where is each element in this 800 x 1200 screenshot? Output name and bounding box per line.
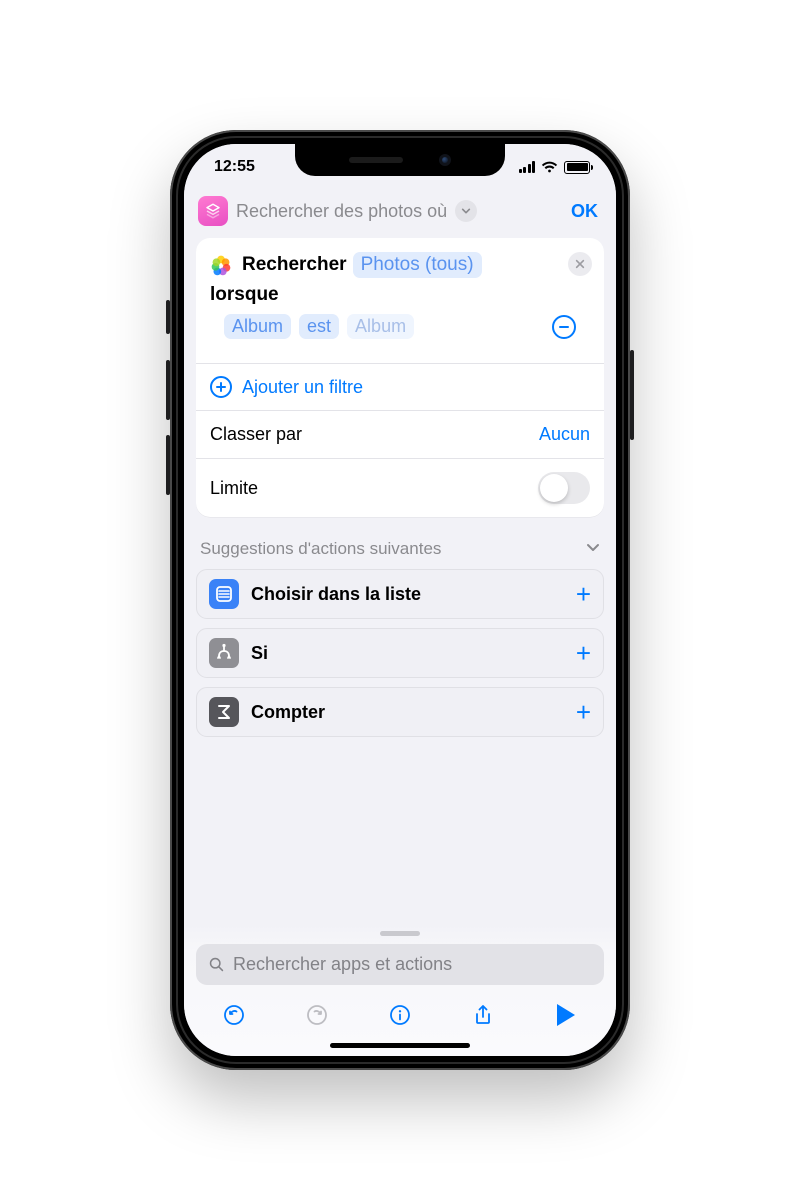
cellular-icon — [519, 161, 536, 173]
editor-content: Rechercher Photos (tous) lorsque Album e… — [184, 238, 616, 925]
add-filter-button[interactable]: Ajouter un filtre — [196, 364, 604, 410]
home-indicator[interactable] — [330, 1043, 470, 1048]
shortcut-app-icon — [198, 196, 228, 226]
sort-by-label: Classer par — [210, 424, 302, 445]
run-button[interactable] — [552, 1001, 580, 1029]
add-suggestion-button[interactable]: + — [576, 640, 591, 666]
remove-filter-button[interactable] — [552, 315, 576, 339]
side-button-power — [630, 350, 634, 440]
action-source-token[interactable]: Photos (tous) — [353, 252, 482, 278]
suggestion-choose-from-list[interactable]: Choisir dans la liste + — [196, 569, 604, 619]
speaker-grille — [349, 157, 403, 163]
suggestion-label: Si — [251, 643, 268, 664]
search-placeholder: Rechercher apps et actions — [233, 954, 452, 975]
suggestions-header-label: Suggestions d'actions suivantes — [200, 539, 441, 559]
filter-operator-token[interactable]: est — [299, 314, 339, 339]
wifi-icon — [541, 161, 558, 174]
title-menu-button[interactable] — [455, 200, 477, 222]
sigma-icon — [209, 697, 239, 727]
side-button-volume-up — [166, 360, 170, 420]
screen: 12:55 Rechercher des photos où OK — [184, 144, 616, 1056]
branch-icon — [209, 638, 239, 668]
add-suggestion-button[interactable]: + — [576, 699, 591, 725]
shortcut-title-text: Rechercher des photos où — [236, 201, 447, 222]
suggestion-if[interactable]: Si + — [196, 628, 604, 678]
remove-action-button[interactable] — [568, 252, 592, 276]
status-time: 12:55 — [214, 158, 255, 176]
suggestions-header[interactable]: Suggestions d'actions suivantes — [196, 517, 604, 569]
limit-label: Limite — [210, 478, 258, 499]
sort-by-value: Aucun — [539, 424, 590, 445]
photos-app-icon — [210, 254, 232, 276]
plus-circle-icon — [210, 376, 232, 398]
add-suggestion-button[interactable]: + — [576, 581, 591, 607]
filter-row: Album est Album — [210, 306, 590, 353]
redo-button — [303, 1001, 331, 1029]
list-icon — [209, 579, 239, 609]
action-verb: Rechercher — [242, 254, 347, 276]
filter-field-token[interactable]: Album — [224, 314, 291, 339]
notch — [295, 144, 505, 176]
limit-row: Limite — [196, 459, 604, 517]
toolbar — [196, 985, 604, 1037]
side-button-mute — [166, 300, 170, 334]
chevron-down-icon — [586, 539, 600, 559]
limit-switch[interactable] — [538, 472, 590, 504]
add-filter-label: Ajouter un filtre — [242, 377, 363, 398]
suggestion-label: Compter — [251, 702, 325, 723]
action-card: Rechercher Photos (tous) lorsque Album e… — [196, 238, 604, 517]
filter-value-token[interactable]: Album — [347, 314, 414, 339]
front-camera — [439, 154, 451, 166]
info-button[interactable] — [386, 1001, 414, 1029]
play-icon — [557, 1004, 575, 1026]
action-when-label: lorsque — [210, 284, 590, 306]
search-icon — [208, 956, 225, 973]
sort-by-row[interactable]: Classer par Aucun — [196, 411, 604, 458]
battery-icon — [564, 161, 590, 174]
side-button-volume-down — [166, 435, 170, 495]
shortcut-title[interactable]: Rechercher des photos où — [198, 196, 559, 226]
bottom-panel: Rechercher apps et actions — [184, 925, 616, 1056]
drag-handle[interactable] — [380, 931, 420, 936]
search-field[interactable]: Rechercher apps et actions — [196, 944, 604, 985]
done-button[interactable]: OK — [567, 201, 602, 222]
suggestion-count[interactable]: Compter + — [196, 687, 604, 737]
undo-button[interactable] — [220, 1001, 248, 1029]
suggestion-label: Choisir dans la liste — [251, 584, 421, 605]
share-button[interactable] — [469, 1001, 497, 1029]
device-frame: 12:55 Rechercher des photos où OK — [170, 130, 630, 1070]
nav-bar: Rechercher des photos où OK — [184, 190, 616, 238]
